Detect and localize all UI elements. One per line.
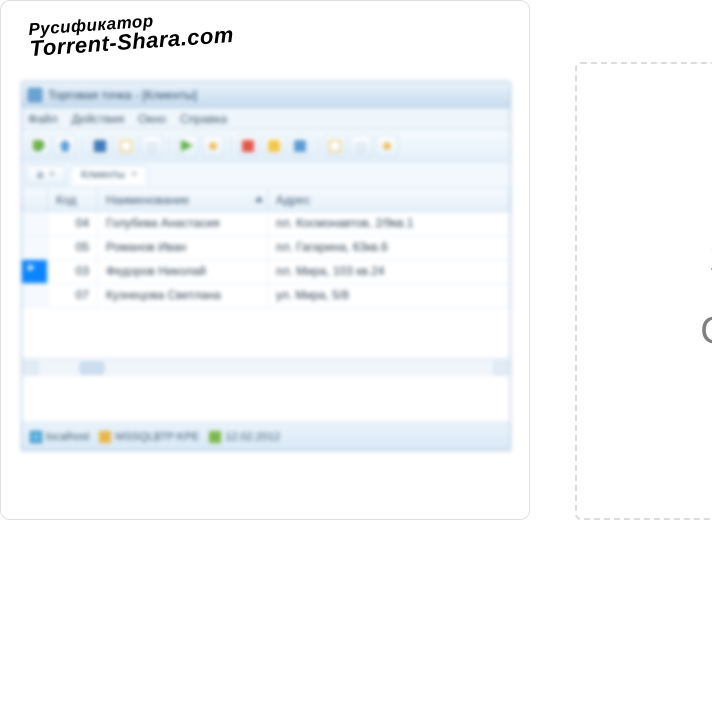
yellow-icon [268,140,280,152]
cell-address: пл. Гагарина, 63кв.6 [268,236,510,259]
globe-icon [30,431,42,443]
cell-name: Голубева Анастасия [98,212,268,235]
tool-red[interactable] [237,135,259,157]
watermark: Русификатор Torrent-Shara.com [28,6,235,62]
row-selector[interactable] [22,284,48,307]
grid-header-address[interactable]: Адрес [268,188,510,211]
scroll-left-icon[interactable] [24,361,38,375]
grid-row-selected[interactable]: 03 Федоров Николай пл. Мира, 103 кв.24 [22,260,510,284]
home-icon [59,140,71,152]
status-date: 12.02.2012 [209,431,280,443]
cell-address: ул. Мира, 5/8 [268,284,510,307]
status-db: MSSQL$TP:KPE [99,431,199,443]
scroll-right-icon[interactable] [494,361,508,375]
tab-clients[interactable]: Клиенты × [70,165,148,185]
tool-extra-2[interactable] [350,135,372,157]
tab-label: Клиенты [81,169,125,181]
side-panel-bottom-text: СК [700,310,712,353]
row-selector[interactable] [22,212,48,235]
app-window: Торговая точка - [Клиенты] Файл Действия… [21,81,511,451]
grid-row[interactable]: 04 Голубева Анастасия пл. Космонавтов, 2… [22,212,510,236]
toolbar-separator [230,136,231,156]
side-panel[interactable]: З СК [575,62,712,520]
grid-header-selector[interactable] [22,188,48,211]
tool-table[interactable] [141,135,163,157]
tool-save[interactable] [89,135,111,157]
calendar-icon [209,431,221,443]
status-bar: localhost MSSQL$TP:KPE 12.02.2012 [22,422,510,450]
cell-code: 07 [48,284,98,307]
play-icon [181,140,193,152]
status-host: localhost [30,431,89,443]
gear-icon [207,140,219,152]
watermark-line1: Русификатор [28,6,233,40]
save-icon [94,140,106,152]
cell-code: 05 [48,236,98,259]
status-date-text: 12.02.2012 [225,431,280,443]
status-db-text: MSSQL$TP:KPE [115,431,199,443]
tool-gear[interactable] [202,135,224,157]
scroll-thumb[interactable] [80,362,104,374]
menu-actions[interactable]: Действия [72,112,125,126]
tab-close-icon[interactable]: × [49,169,55,180]
grid-row[interactable]: 05 Романов Иван пл. Гагарина, 63кв.6 [22,236,510,260]
menu-help[interactable]: Справка [180,112,227,126]
tool-home[interactable] [54,135,76,157]
watermark-line2: Torrent-Shara.com [29,22,235,62]
menu-window[interactable]: Окно [138,112,166,126]
grid-row[interactable]: 07 Кузнецова Светлана ул. Мира, 5/8 [22,284,510,308]
toolbar-separator [317,136,318,156]
app-screenshot: Торговая точка - [Клиенты] Файл Действия… [21,81,511,451]
tool-yellow[interactable] [263,135,285,157]
tool-extra-1[interactable] [324,135,346,157]
gear-icon [381,140,393,152]
red-icon [242,140,254,152]
grid-header-name[interactable]: Наименование [98,188,268,211]
tool-blue[interactable] [289,135,311,157]
titlebar: Торговая точка - [Клиенты] [22,82,510,108]
blue-icon [294,140,306,152]
tab-strip: а × Клиенты × [22,162,510,188]
app-icon [28,88,42,102]
document-icon [120,140,132,152]
row-selector[interactable] [22,236,48,259]
grid-icon [355,140,367,152]
tab-label: а [37,169,43,181]
toolbar-separator [169,136,170,156]
table-icon [146,140,158,152]
menubar: Файл Действия Окно Справка [22,108,510,130]
menu-file[interactable]: Файл [28,112,58,126]
data-grid[interactable]: Код Наименование Адрес 04 Голубева Анаст… [22,188,510,422]
status-host-text: localhost [46,431,89,443]
cell-name: Кузнецова Светлана [98,284,268,307]
cell-name: Федоров Николай [98,260,268,283]
tool-refresh[interactable] [28,135,50,157]
tool-extra-3[interactable] [376,135,398,157]
cell-address: пл. Мира, 103 кв.24 [268,260,510,283]
horizontal-scrollbar[interactable] [22,358,510,376]
sort-asc-icon [255,196,263,202]
grid-header-code[interactable]: Код [48,188,98,211]
tool-play[interactable] [176,135,198,157]
grid-header-row: Код Наименование Адрес [22,188,510,212]
refresh-icon [33,140,45,152]
user-icon [99,431,111,443]
cell-code: 03 [48,260,98,283]
window-title: Торговая точка - [Клиенты] [48,88,197,102]
toolbar-separator [82,136,83,156]
row-selector[interactable] [22,260,48,283]
tab-close-icon[interactable]: × [131,169,137,180]
document-icon [329,140,341,152]
grid-empty-area [22,308,510,358]
tab-a[interactable]: а × [26,165,66,185]
tool-doc[interactable] [115,135,137,157]
cell-code: 04 [48,212,98,235]
grid-header-name-label: Наименование [106,193,189,207]
main-toolbar [22,130,510,162]
screenshot-card: Русификатор Torrent-Shara.com Торговая т… [0,0,530,520]
cell-address: пл. Космонавтов, 2/9кв.1 [268,212,510,235]
cell-name: Романов Иван [98,236,268,259]
